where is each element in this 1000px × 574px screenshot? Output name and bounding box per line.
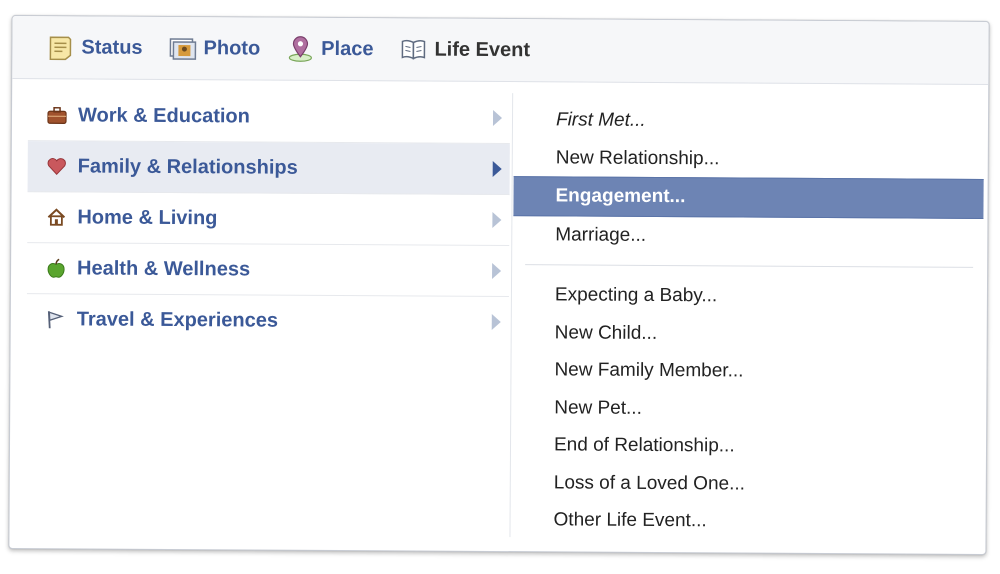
category-label: Home & Living: [77, 205, 218, 229]
tab-place-label: Place: [321, 37, 374, 60]
submenu-item-first-met[interactable]: First Met...: [514, 101, 984, 141]
category-label: Health & Wellness: [77, 256, 251, 280]
chevron-right-icon: [492, 211, 502, 229]
category-label: Family & Relationships: [77, 154, 298, 179]
chevron-right-icon: [492, 109, 503, 127]
briefcase-icon: [46, 104, 68, 126]
house-icon: [45, 206, 67, 228]
flag-icon: [45, 308, 67, 330]
apple-icon: [45, 257, 67, 279]
photo-icon: [168, 34, 197, 62]
submenu-item-end-of-relationship[interactable]: End of Relationship...: [512, 426, 982, 466]
chevron-right-icon: [492, 160, 502, 178]
tab-place[interactable]: Place: [286, 35, 374, 64]
category-work-education[interactable]: Work & Education: [27, 90, 511, 145]
submenu-item-engagement[interactable]: Engagement...: [513, 176, 984, 219]
category-label: Travel & Experiences: [76, 307, 279, 332]
category-health-wellness[interactable]: Health & Wellness: [26, 243, 510, 298]
category-family-relationships[interactable]: Family & Relationships: [27, 141, 510, 196]
submenu-item-new-family-member[interactable]: New Family Member...: [512, 351, 982, 391]
life-event-composer: Status Photo Place Life Event Work & Edu…: [8, 15, 990, 555]
chevron-right-icon: [491, 313, 501, 331]
submenu-item-other-life-event[interactable]: Other Life Event...: [511, 501, 981, 541]
submenu-item-loss-of-loved-one[interactable]: Loss of a Loved One...: [512, 464, 982, 504]
life-event-submenu: First Met... New Relationship... Engagem…: [511, 101, 984, 541]
category-travel-experiences[interactable]: Travel & Experiences: [27, 294, 509, 347]
submenu-item-marriage[interactable]: Marriage...: [513, 216, 983, 256]
place-pin-icon: [286, 35, 314, 63]
status-note-icon: [46, 33, 74, 61]
chevron-right-icon: [492, 262, 502, 280]
category-menu: Work & Education Family & Relationships …: [26, 90, 511, 347]
category-home-living[interactable]: Home & Living: [27, 192, 510, 247]
composer-tab-bar: Status Photo Place Life Event: [12, 16, 989, 85]
submenu-item-new-child[interactable]: New Child...: [513, 314, 983, 354]
tab-life-event[interactable]: Life Event: [399, 35, 530, 64]
tab-status-label: Status: [81, 35, 143, 59]
submenu-item-new-pet[interactable]: New Pet...: [512, 389, 982, 429]
category-label: Work & Education: [77, 103, 250, 127]
tab-photo-label: Photo: [203, 36, 261, 60]
tab-life-event-label: Life Event: [434, 38, 531, 61]
submenu-item-new-relationship[interactable]: New Relationship...: [514, 139, 984, 179]
tab-photo[interactable]: Photo: [168, 34, 260, 63]
tab-status[interactable]: Status: [46, 33, 143, 62]
submenu-separator: [525, 264, 974, 268]
book-icon: [399, 35, 427, 63]
heart-icon: [46, 155, 68, 177]
submenu-item-expecting-baby[interactable]: Expecting a Baby...: [513, 276, 983, 316]
